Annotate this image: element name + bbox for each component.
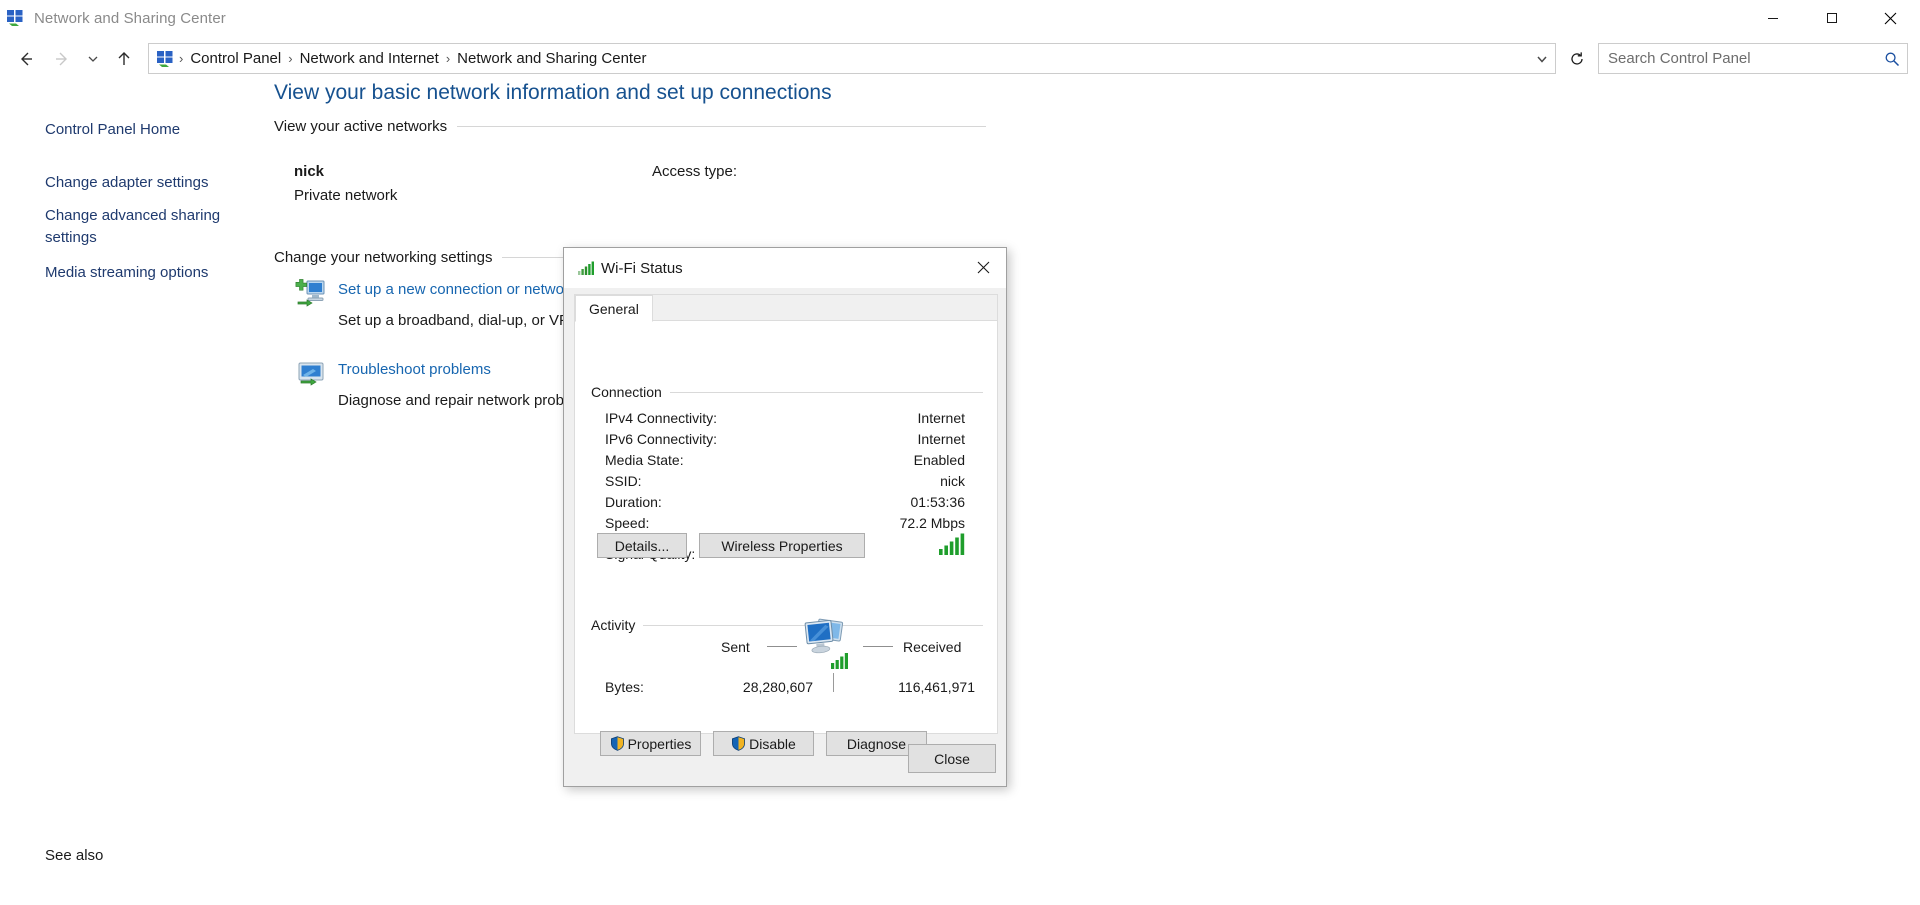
navigation-bar: › Control Panel › Network and Internet ›… — [0, 36, 1920, 81]
window-body: Control Panel Home Change adapter settin… — [0, 81, 1920, 905]
group-label-activity: Activity — [591, 617, 644, 633]
label-bytes: Bytes: — [605, 679, 644, 695]
section-heading-networking-settings: Change your networking settings — [274, 249, 503, 266]
tab-strip: General — [575, 295, 997, 322]
label-duration: Duration: — [605, 494, 662, 510]
value-speed: 72.2 Mbps — [899, 515, 965, 531]
title-bar: Network and Sharing Center — [0, 0, 1920, 36]
value-ipv4-connectivity: Internet — [917, 410, 965, 426]
breadcrumb-item-network-and-internet[interactable]: Network and Internet — [294, 44, 445, 73]
section-heading-active-networks: View your active networks — [274, 118, 458, 135]
page-title: View your basic network information and … — [274, 81, 832, 104]
activity-connector-left — [767, 646, 797, 647]
sidebar: Control Panel Home Change adapter settin… — [0, 81, 272, 905]
sidebar-item-control-panel-home[interactable]: Control Panel Home — [0, 117, 180, 143]
search-input[interactable] — [1599, 44, 1877, 73]
see-also-heading: See also — [45, 847, 104, 864]
address-bar[interactable]: › Control Panel › Network and Internet ›… — [148, 43, 1556, 74]
value-bytes-sent: 28,280,607 — [742, 679, 813, 695]
label-media-state: Media State: — [605, 452, 684, 468]
chevron-down-icon[interactable] — [1529, 44, 1555, 73]
active-network-type: Private network — [294, 187, 398, 204]
two-computers-icon — [801, 617, 859, 679]
value-ssid: nick — [940, 473, 965, 489]
activity-vertical-divider — [833, 673, 834, 692]
content-area: View your basic network information and … — [272, 81, 1920, 905]
recent-locations-button[interactable] — [80, 41, 106, 77]
breadcrumb-item-network-and-sharing-center[interactable]: Network and Sharing Center — [451, 44, 652, 73]
signal-quality-icon — [939, 533, 965, 560]
dialog-footer: Close — [564, 734, 1006, 786]
dialog-body: General Connection IPv4 Connectivity: In… — [574, 294, 998, 756]
group-divider — [591, 625, 983, 626]
breadcrumb: › Control Panel › Network and Internet ›… — [178, 44, 652, 73]
active-network-name: nick — [294, 163, 325, 180]
sidebar-item-change-advanced-sharing-settings[interactable]: Change advanced sharing settings — [0, 203, 230, 251]
task-link-set-up-new-connection[interactable]: Set up a new connection or network — [338, 281, 576, 298]
address-bar-network-icon — [156, 49, 176, 69]
label-ipv6-connectivity: IPv6 Connectivity: — [605, 431, 718, 447]
wireless-properties-button[interactable]: Wireless Properties — [699, 533, 865, 558]
value-ipv6-connectivity: Internet — [917, 431, 965, 447]
up-button[interactable] — [106, 41, 142, 77]
wifi-signal-icon — [578, 261, 594, 275]
label-ipv4-connectivity: IPv4 Connectivity: — [605, 410, 718, 426]
value-bytes-received: 116,461,971 — [898, 679, 975, 695]
label-received: Received — [903, 639, 962, 655]
sidebar-item-change-adapter-settings[interactable]: Change adapter settings — [0, 170, 208, 196]
activity-connector-right — [863, 646, 893, 647]
breadcrumb-item-control-panel[interactable]: Control Panel — [184, 44, 287, 73]
task-link-troubleshoot-problems[interactable]: Troubleshoot problems — [338, 361, 491, 378]
label-speed: Speed: — [605, 515, 650, 531]
maximize-button[interactable] — [1802, 0, 1861, 36]
network-sharing-icon — [6, 8, 26, 28]
network-sharing-center-window: Network and Sharing Center › Control Pan… — [0, 0, 1920, 905]
sidebar-item-media-streaming-options[interactable]: Media streaming options — [0, 260, 208, 286]
window-controls — [1743, 0, 1920, 36]
value-media-state: Enabled — [913, 452, 965, 468]
details-button[interactable]: Details... — [597, 533, 687, 558]
tab-general[interactable]: General — [575, 295, 653, 322]
forward-button[interactable] — [44, 41, 80, 77]
value-duration: 01:53:36 — [910, 494, 966, 510]
troubleshoot-icon — [294, 357, 328, 391]
search-box[interactable] — [1598, 43, 1908, 74]
label-ssid: SSID: — [605, 473, 642, 489]
dialog-close-button[interactable]: Close — [908, 744, 996, 773]
refresh-icon[interactable] — [1564, 44, 1590, 73]
close-button[interactable] — [1861, 0, 1920, 36]
label-sent: Sent — [721, 639, 750, 655]
wifi-status-dialog: Wi-Fi Status General Connection IPv4 Con… — [563, 247, 1007, 787]
new-connection-icon — [294, 277, 328, 311]
window-title: Network and Sharing Center — [34, 9, 226, 27]
access-type-label: Access type: — [652, 163, 738, 180]
minimize-button[interactable] — [1743, 0, 1802, 36]
dialog-close-icon[interactable] — [961, 248, 1006, 286]
search-icon[interactable] — [1877, 51, 1907, 67]
dialog-title-bar: Wi-Fi Status — [564, 248, 1006, 288]
dialog-title: Wi-Fi Status — [601, 259, 683, 277]
group-label-connection: Connection — [591, 384, 670, 400]
back-button[interactable] — [8, 41, 44, 77]
connection-button-row: Details... Wireless Properties — [597, 533, 865, 558]
